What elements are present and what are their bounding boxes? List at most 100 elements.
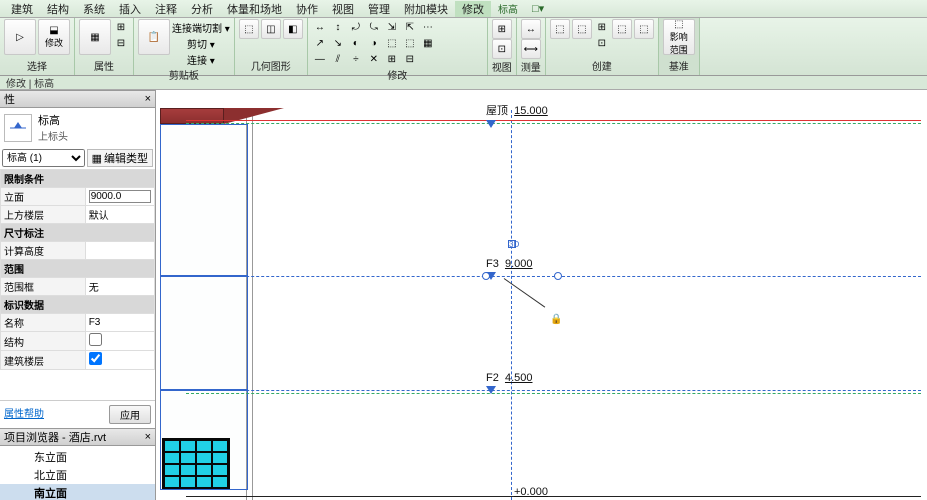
prop-elev-input[interactable]	[89, 190, 151, 203]
level-tag-f3[interactable]: F3 9.000	[486, 258, 533, 282]
menu-analy[interactable]: 分析	[184, 1, 220, 17]
level-end-handle[interactable]	[482, 272, 490, 280]
gap-button[interactable]: ✕	[366, 51, 382, 67]
grid-line[interactable]	[511, 110, 512, 500]
menu-insert[interactable]: 插入	[112, 1, 148, 17]
3d-2d-toggle[interactable]: 3D	[508, 240, 516, 248]
modify-button[interactable]: ⬓修改	[38, 19, 70, 55]
group-button[interactable]: ▦	[420, 35, 436, 51]
browser-header[interactable]: 项目浏览器 - 酒店.rvt×	[0, 428, 155, 446]
level-line-roof[interactable]	[186, 120, 921, 121]
menu-addin[interactable]: 附加模块	[397, 1, 455, 17]
divide-button[interactable]: ÷	[348, 51, 364, 67]
prop-bldg-check[interactable]	[89, 352, 102, 365]
delete-button[interactable]: —	[312, 51, 328, 67]
mirror-button[interactable]: ⤿	[366, 19, 382, 35]
match-button[interactable]: ⊞	[384, 51, 400, 67]
create-btn-1[interactable]: ⬚	[550, 19, 570, 39]
propagate-extents-button[interactable]: ⬚影响 范围	[663, 19, 695, 55]
level-value[interactable]: 9.000	[505, 258, 533, 270]
sec-dim: 尺寸标注	[1, 224, 155, 242]
create-btn-4[interactable]: ⊡	[594, 35, 610, 51]
linework-button[interactable]: ⊟	[402, 51, 418, 67]
props-palette-button[interactable]: ▦	[79, 19, 111, 55]
level-end-handle[interactable]	[554, 272, 562, 280]
close-icon[interactable]: ×	[145, 431, 151, 443]
roof-element[interactable]	[160, 108, 224, 124]
prop-scope-val[interactable]: 无	[85, 278, 154, 296]
split-button[interactable]: ⋯	[420, 19, 436, 35]
scale-button[interactable]: ◑	[366, 35, 382, 51]
props-help-link[interactable]: 属性帮助	[4, 405, 44, 424]
edit-type-button[interactable]: ▦编辑类型	[87, 149, 153, 167]
menu-sys[interactable]: 系统	[76, 1, 112, 17]
cut-geom-button[interactable]: 剪切 ▾	[172, 35, 230, 51]
create-btn-2[interactable]: ⬚	[572, 19, 592, 39]
demolish-button[interactable]: ⫽	[330, 51, 346, 67]
extend-button[interactable]: ⇱	[402, 19, 418, 35]
menu-manage[interactable]: 管理	[361, 1, 397, 17]
menu-collab[interactable]: 协作	[289, 1, 325, 17]
level-tag-f2[interactable]: F2 4.500	[486, 372, 533, 396]
level-value[interactable]: +0.000	[514, 486, 548, 498]
level-tag-base[interactable]: +0.000	[514, 486, 548, 498]
view-btn-1[interactable]: ⊞	[492, 19, 512, 39]
instance-select[interactable]: 标高 (1)	[2, 149, 85, 167]
menu-annot[interactable]: 注释	[148, 1, 184, 17]
create-btn-5[interactable]: ⬚	[612, 19, 632, 39]
menu-ext[interactable]: □▾	[525, 2, 551, 15]
menu-mass[interactable]: 体量和场地	[220, 1, 289, 17]
create-btn-3[interactable]: ⊞	[594, 19, 610, 35]
building-outline[interactable]	[160, 390, 248, 490]
properties-header[interactable]: 性×	[0, 90, 155, 108]
create-btn-6[interactable]: ⬚	[634, 19, 654, 39]
prop-calc-val[interactable]	[85, 242, 154, 260]
prop-name-val[interactable]: F3	[85, 314, 154, 332]
copy-button[interactable]: ↘	[330, 35, 346, 51]
move-button[interactable]: ↕	[330, 19, 346, 35]
drawing-canvas[interactable]: 屋顶 15.000 F3 9.000 3D 🔒 F2 4.500 +0.000	[156, 90, 927, 500]
coping-button[interactable]: 连接端切割 ▾	[172, 19, 230, 35]
level-value[interactable]: 4.500	[505, 372, 533, 384]
project-browser[interactable]: 东立面北立面南立面西立面⊞ 图例⊞ 明细表/数量⊟ 图纸 (全部)⊞ 001 -…	[0, 446, 155, 500]
prop-above-val[interactable]: 默认	[85, 206, 154, 224]
paste-button[interactable]: 📋	[138, 19, 170, 55]
unpin-button[interactable]: ⬚	[402, 35, 418, 51]
tree-node[interactable]: 北立面	[0, 466, 155, 484]
prop-struct-check[interactable]	[89, 333, 102, 346]
pin-button[interactable]: ⬚	[384, 35, 400, 51]
menu-sub-level[interactable]: 标高	[491, 1, 525, 16]
building-outline[interactable]	[160, 276, 248, 390]
measure-btn-1[interactable]: ↔	[521, 19, 541, 39]
geom-btn-3[interactable]: ◧	[283, 19, 303, 39]
roof-slope[interactable]	[224, 108, 284, 124]
level-line-base[interactable]	[186, 496, 921, 497]
offset-button[interactable]: ↗	[312, 35, 328, 51]
apply-button[interactable]: 应用	[109, 405, 151, 424]
measure-btn-2[interactable]: ⟷	[521, 39, 541, 59]
align-button[interactable]: ↔	[312, 19, 328, 35]
lock-icon[interactable]: 🔒	[550, 314, 562, 325]
building-outline[interactable]	[160, 124, 248, 276]
geom-btn-2[interactable]: ◫	[261, 19, 281, 39]
rotate-button[interactable]: ⤾	[348, 19, 364, 35]
menu-view[interactable]: 视图	[325, 1, 361, 17]
trim-button[interactable]: ⇲	[384, 19, 400, 35]
menu-modify[interactable]: 修改	[455, 1, 491, 17]
level-value[interactable]: 15.000	[514, 105, 548, 117]
select-arrow-button[interactable]: ▷	[4, 19, 36, 55]
level-line-f2[interactable]	[186, 390, 921, 391]
menu-arch[interactable]: 建筑	[4, 1, 40, 17]
view-btn-2[interactable]: ⊡	[492, 39, 512, 59]
family-props-button[interactable]: ⊟	[113, 35, 129, 51]
menu-struct[interactable]: 结构	[40, 1, 76, 17]
type-props-button[interactable]: ⊞	[113, 19, 129, 35]
ribbon: ▷⬓修改 选择 ▦⊞⊟ 属性 📋 连接端切割 ▾ 剪切 ▾ 连接 ▾ 剪贴板 ⬚…	[0, 18, 927, 76]
tree-node[interactable]: 南立面	[0, 484, 155, 500]
join-geom-button[interactable]: 连接 ▾	[172, 51, 230, 67]
tree-node[interactable]: 东立面	[0, 448, 155, 466]
array-button[interactable]: ◐	[348, 35, 364, 51]
level-tag-roof[interactable]: 屋顶 15.000	[486, 102, 548, 130]
close-icon[interactable]: ×	[145, 93, 151, 105]
geom-btn-1[interactable]: ⬚	[239, 19, 259, 39]
